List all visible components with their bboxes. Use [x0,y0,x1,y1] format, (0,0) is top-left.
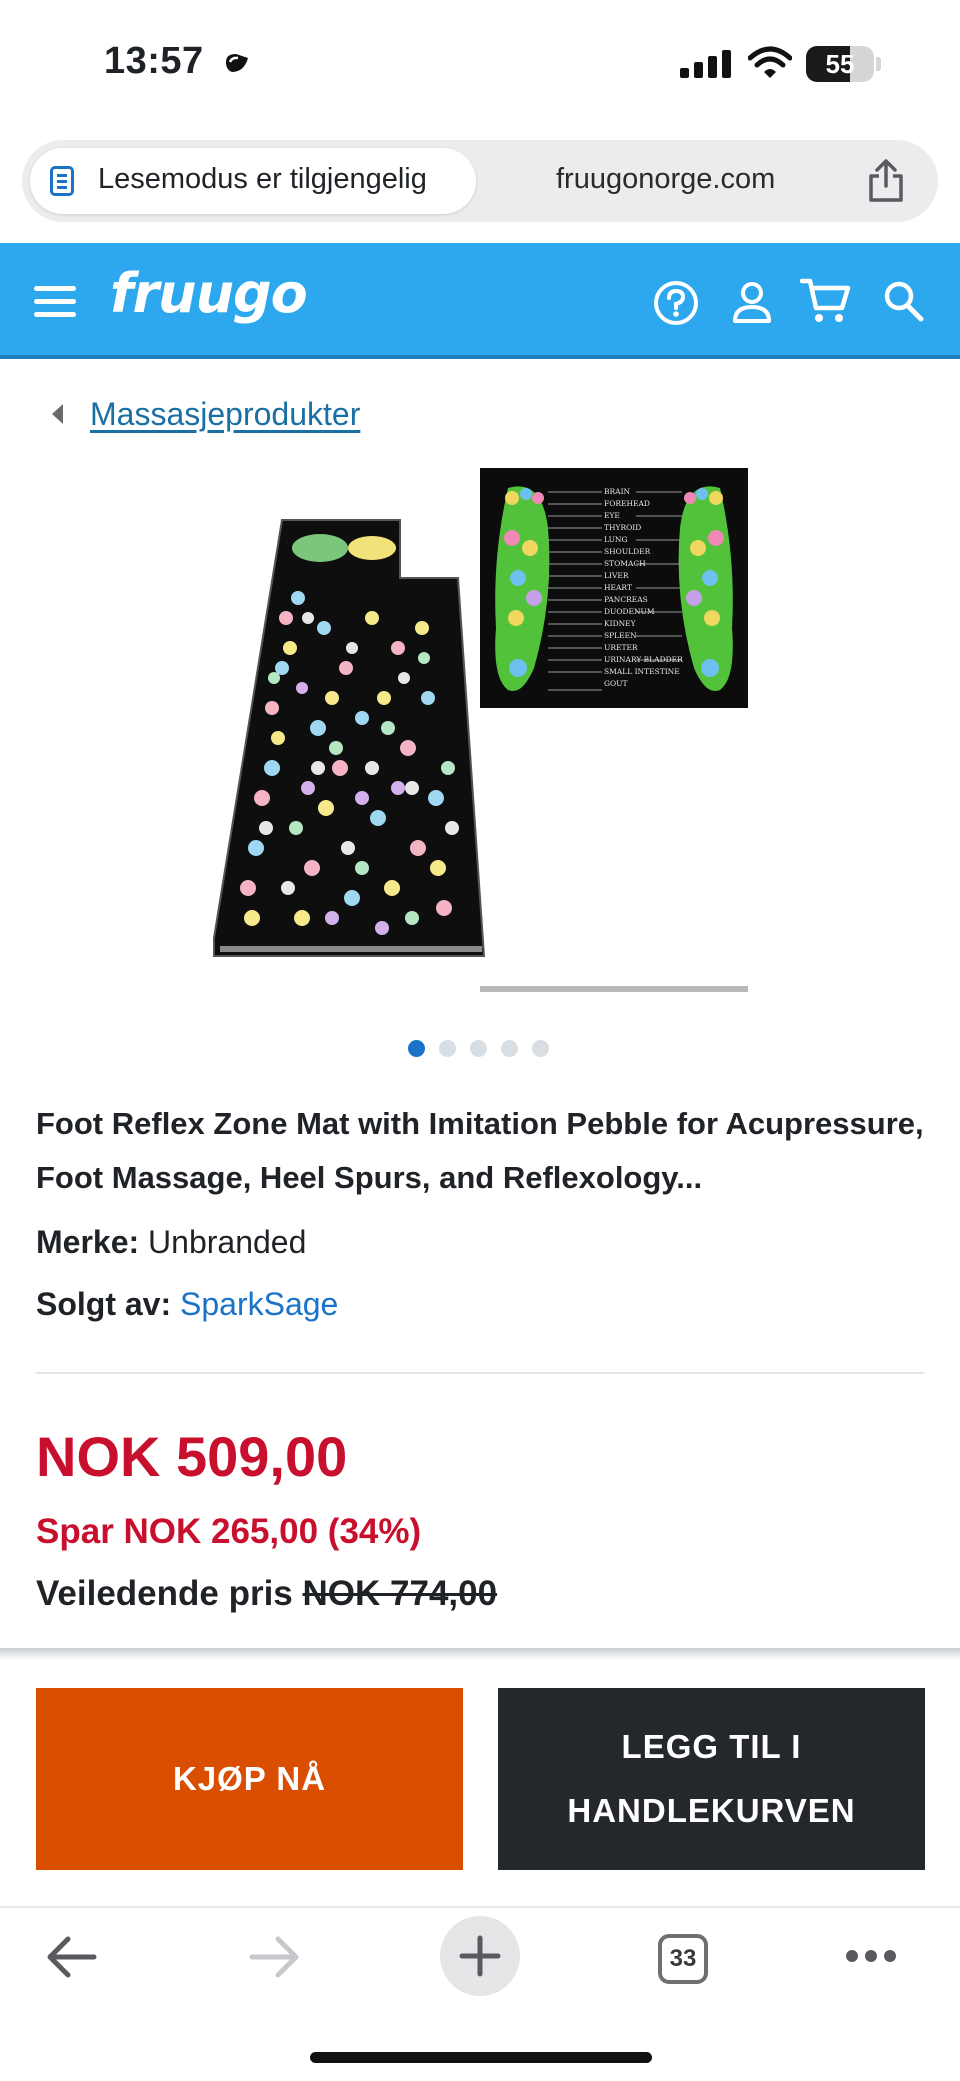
buy-now-button[interactable]: KJØP NÅ [36,1688,463,1870]
account-icon[interactable] [730,279,774,325]
back-arrow-icon[interactable] [42,1930,100,1984]
battery-cap [876,57,881,71]
forward-arrow-icon[interactable] [246,1930,304,1984]
cellular-signal-icon [680,50,731,78]
brand-value: Unbranded [148,1224,307,1260]
breadcrumb-category-link[interactable]: Massasjeprodukter [90,396,360,433]
status-time: 13:57 [104,40,204,82]
chart-label: EYE [604,511,620,520]
recommended-price-row: Veiledende pris NOK 774,00 [36,1574,497,1614]
toolbar-divider [0,1906,960,1908]
focus-mode-icon [226,54,248,72]
brand-row: Merke: Unbranded [36,1224,306,1261]
chart-label: HEART [604,583,632,592]
rrp-value: NOK 774,00 [302,1574,498,1613]
gallery-dot[interactable] [408,1040,425,1057]
chart-label: URETER [604,643,638,652]
tabs-button[interactable]: 33 [658,1934,708,1984]
chart-label: DUODENUM [604,607,655,616]
add-to-cart-button[interactable]: LEGG TIL I HANDLEKURVEN [498,1688,925,1870]
more-icon[interactable] [844,1948,898,1964]
savings-text: Spar NOK 265,00 (34%) [36,1512,422,1551]
chart-label: FOREHEAD [604,499,650,508]
divider [36,1372,924,1374]
chart-label: GOUT [604,679,627,688]
chart-label: SHOULDER [604,547,651,556]
chart-label: URINARY BLADDER [604,655,683,664]
gallery-dot[interactable] [501,1040,518,1057]
action-panel-shadow [0,1648,960,1660]
add-to-cart-label-line2: HANDLEKURVEN [567,1792,856,1829]
price: NOK 509,00 [36,1425,348,1488]
rrp-label: Veiledende pris [36,1574,293,1613]
chart-label: THYROID [604,523,641,532]
share-icon[interactable] [866,158,906,204]
menu-icon[interactable] [34,286,76,325]
seller-link[interactable]: SparkSage [180,1286,338,1322]
brand-label: Merke: [36,1224,140,1260]
chart-label: LIVER [604,571,629,580]
help-icon[interactable] [652,279,700,327]
plus-icon [459,1935,501,1977]
chart-label: KIDNEY [604,619,637,628]
gallery-dot[interactable] [439,1040,456,1057]
page-domain[interactable]: fruugonorge.com [556,163,775,196]
reader-mode-icon [50,166,74,196]
gallery-pagination[interactable] [408,1040,563,1062]
chart-label: PANCREAS [604,595,648,604]
search-icon[interactable] [882,279,926,325]
seller-row: Solgt av: SparkSage [36,1286,338,1323]
home-indicator [310,2052,652,2063]
battery-icon: 55 [806,46,874,82]
seller-label: Solgt av: [36,1286,172,1322]
battery-level: 55 [825,49,855,79]
chart-label: SMALL INTESTINE [604,667,680,676]
chart-label: SPLEEN [604,631,637,640]
gallery-dot[interactable] [470,1040,487,1057]
cart-icon[interactable] [800,276,852,326]
product-title: Foot Reflex Zone Mat with Imitation Pebb… [36,1106,924,1195]
add-to-cart-label-line1: LEGG TIL I [621,1728,802,1765]
fruugo-logo[interactable]: fruugo [110,262,308,325]
chart-label: BRAIN [604,487,631,496]
chart-label: LUNG [604,535,627,544]
new-tab-button[interactable] [440,1916,520,1996]
gallery-dot[interactable] [532,1040,549,1057]
chart-label: STOMACH [604,559,646,568]
product-image[interactable]: BRAIN FOREHEAD EYE THYROID LUNG SHOULDER STOMA… [212,468,748,998]
breadcrumb-back-icon[interactable] [52,404,63,424]
reader-mode-label: Lesemodus er tilgjengelig [98,163,427,195]
wifi-icon [748,46,792,78]
